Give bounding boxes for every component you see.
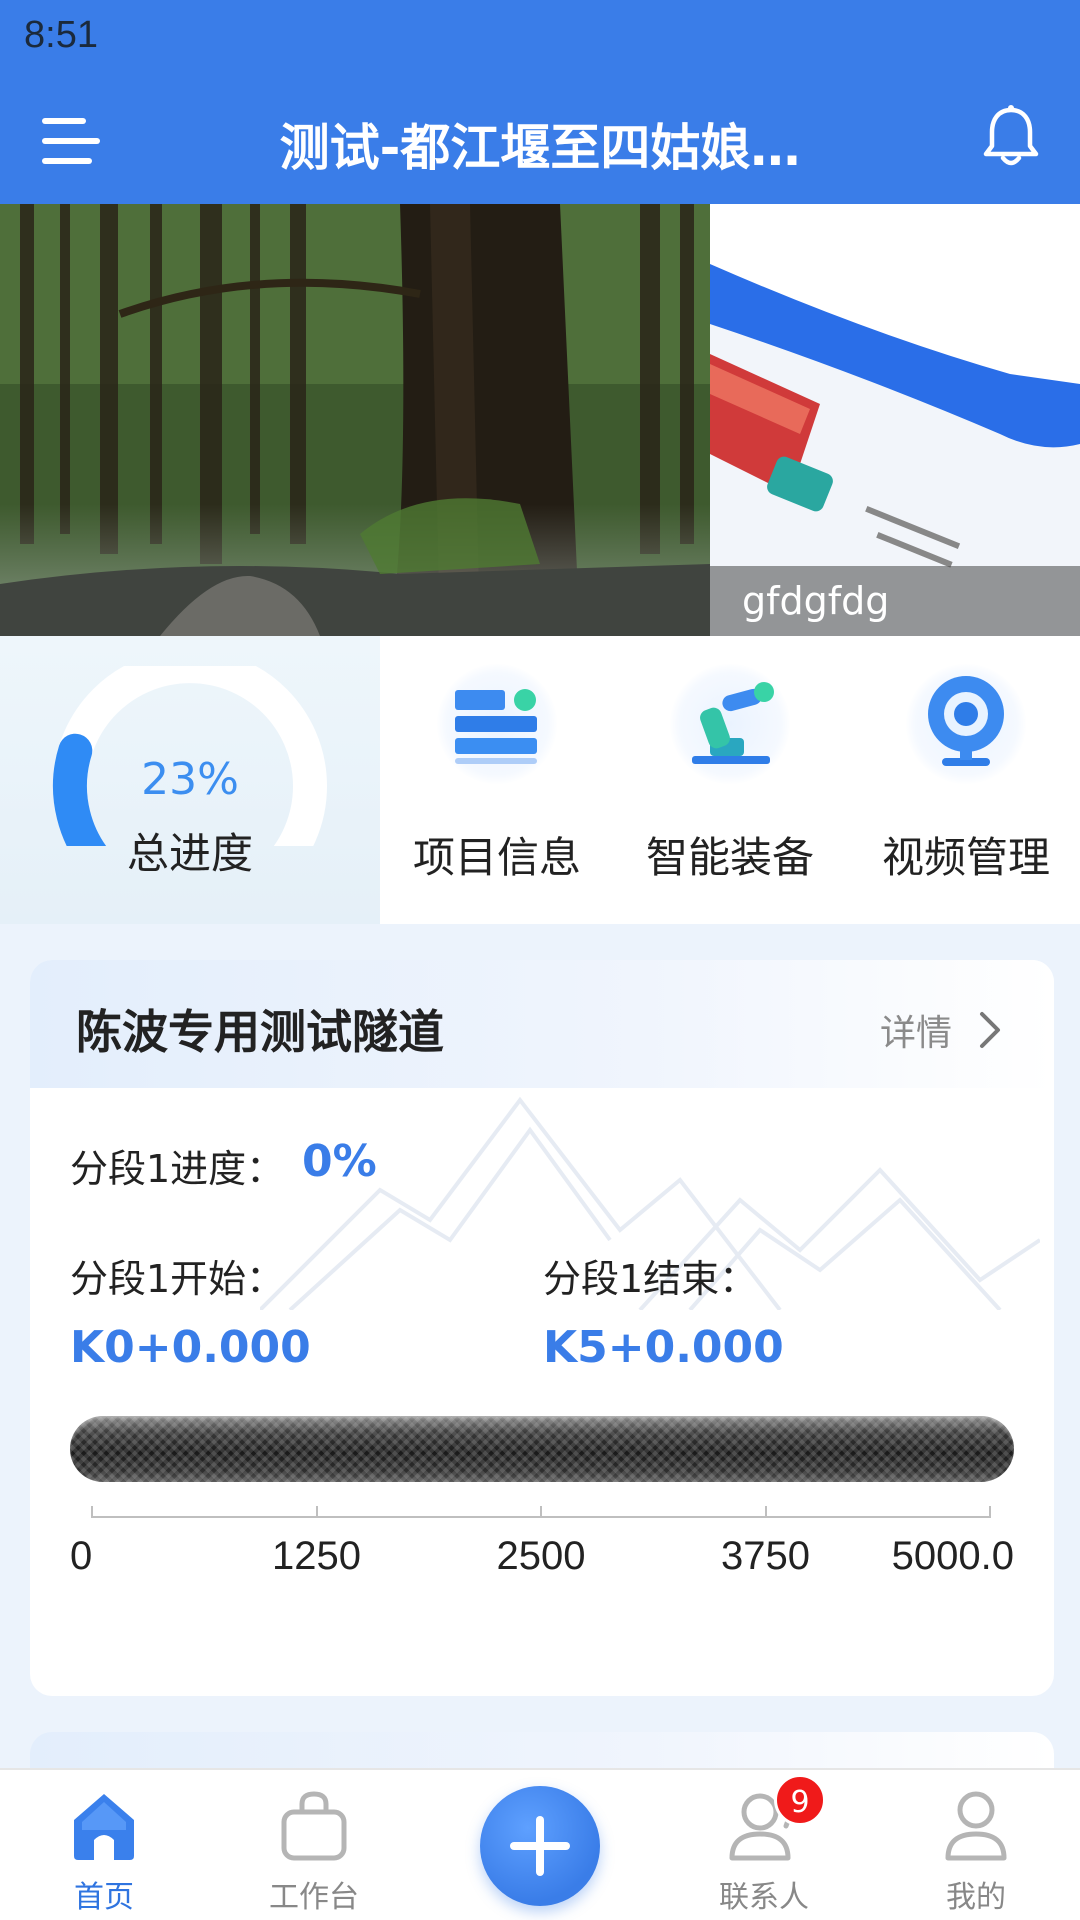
axis-tick <box>315 1506 318 1518</box>
quick-item-label: 视频管理 <box>881 833 1050 882</box>
menu-icon[interactable] <box>42 118 100 164</box>
robot-arm-icon <box>670 664 790 784</box>
bag-icon <box>281 1791 347 1861</box>
add-button[interactable] <box>480 1786 600 1906</box>
quick-section: 23% 总进度 项目信息 智能装备 视频管理 <box>0 636 1080 924</box>
camera-icon <box>906 664 1026 784</box>
nav-workbench[interactable]: 工作台 <box>224 1770 404 1920</box>
tunnel-card-title: 陈波专用测试隧道 <box>76 1005 444 1059</box>
details-label: 详情 <box>879 1013 952 1054</box>
axis-tick <box>764 1506 767 1518</box>
page-title: 测试-都江堰至四姑娘… <box>279 119 801 177</box>
nav-contacts[interactable]: 9 联系人 <box>674 1770 854 1920</box>
contacts-badge: 9 <box>774 1774 826 1826</box>
segment-end-label: 分段1结束： <box>543 1257 758 1301</box>
bell-icon[interactable] <box>982 104 1040 170</box>
axis-tick <box>989 1506 991 1518</box>
quick-item-label: 智能装备 <box>645 833 814 882</box>
segment-start-value: K0+0.000 <box>70 1322 311 1373</box>
status-time: 8:51 <box>24 14 98 56</box>
segment-progress-value: 0% <box>302 1136 377 1187</box>
nav-home[interactable]: 首页 <box>14 1770 194 1920</box>
profile-icon <box>945 1791 1007 1861</box>
home-icon <box>74 1794 134 1860</box>
forest-image <box>0 204 710 636</box>
project-info-icon <box>437 664 557 784</box>
segment-progress-label: 分段1进度： <box>70 1147 285 1191</box>
total-progress-panel[interactable]: 23% 总进度 <box>0 636 380 924</box>
segment-end-value: K5+0.000 <box>543 1322 784 1373</box>
bottom-nav: 首页 工作台 9 联系人 我的 <box>0 1768 1080 1920</box>
quick-item-project-info[interactable]: 项目信息 <box>397 654 597 904</box>
details-link[interactable]: 详情 <box>880 1004 1004 1056</box>
nav-label: 我的 <box>946 1880 1006 1915</box>
progress-percent: 23% <box>141 754 239 805</box>
nav-label: 联系人 <box>719 1880 809 1915</box>
progress-label: 总进度 <box>126 829 253 878</box>
axis-tick-label: 0 <box>70 1534 93 1578</box>
banner-slide-forest[interactable] <box>0 204 710 636</box>
chevron-right-icon <box>980 1012 1000 1048</box>
quick-item-smart-equipment[interactable]: 智能装备 <box>630 654 830 904</box>
quick-item-label: 项目信息 <box>412 833 581 882</box>
axis-tick-label: 3750 <box>721 1534 810 1578</box>
plus-icon <box>510 1816 570 1876</box>
banner-carousel[interactable]: gfdgfdg <box>0 204 1080 636</box>
axis-tick-label: 1250 <box>272 1534 361 1578</box>
segment-start-label: 分段1开始： <box>70 1257 285 1301</box>
axis-tick-label: 2500 <box>496 1534 586 1578</box>
axis-tick <box>540 1506 542 1518</box>
axis-tick-label: 5000.0 <box>891 1534 1014 1578</box>
quick-item-video-management[interactable]: 视频管理 <box>866 654 1066 904</box>
nav-profile[interactable]: 我的 <box>886 1770 1066 1920</box>
banner-slide-app[interactable]: gfdgfdg <box>710 204 1080 636</box>
app-header: 8:51 测试-都江堰至四姑娘… <box>0 0 1080 204</box>
tunnel-card-header: 陈波专用测试隧道 详情 <box>30 960 1054 1088</box>
segment-progress-bar <box>70 1416 1014 1482</box>
banner-caption: gfdgfdg <box>710 566 1080 636</box>
tunnel-card: 陈波专用测试隧道 详情 分段1进度： 0% 分段1开始： K0+0.000 分段… <box>30 960 1054 1696</box>
nav-label: 首页 <box>74 1880 134 1915</box>
nav-label: 工作台 <box>269 1880 359 1915</box>
axis-tick <box>91 1506 93 1518</box>
